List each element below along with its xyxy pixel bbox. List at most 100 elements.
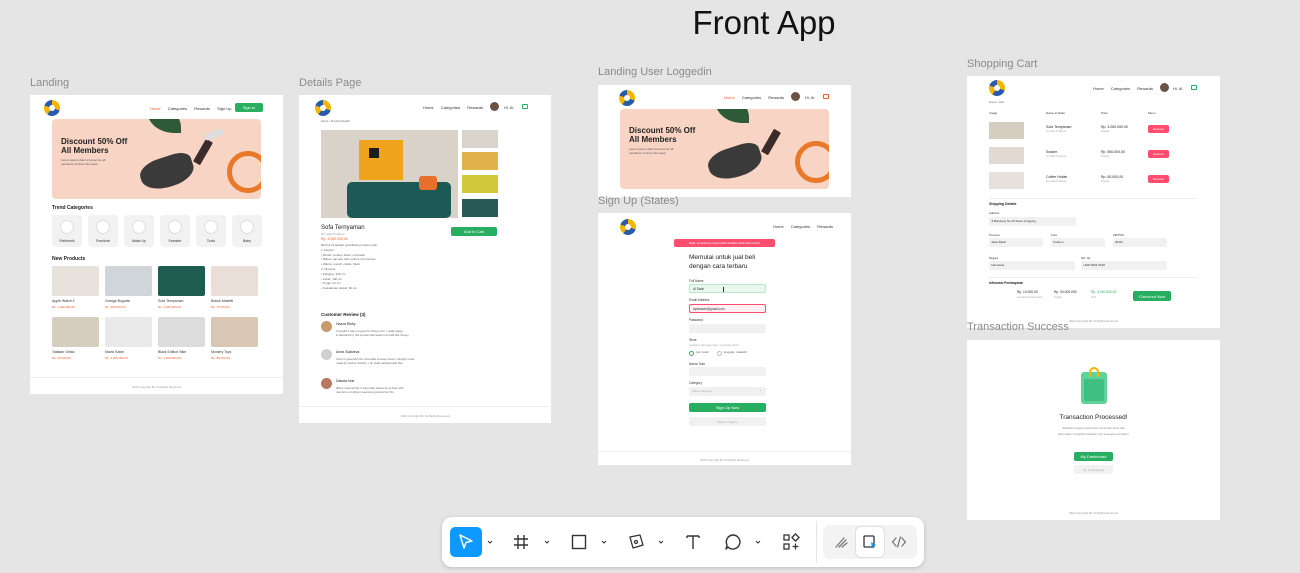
category-tools[interactable]: Tools <box>196 215 226 247</box>
frame-label-success[interactable]: Transaction Success <box>967 321 1069 333</box>
cart-icon[interactable] <box>522 104 528 109</box>
nav-categories[interactable]: Categories <box>1111 86 1130 91</box>
move-tool-button[interactable] <box>450 527 482 557</box>
remove-button[interactable]: Remove <box>1148 150 1169 158</box>
nav-rewards[interactable]: Rewards <box>194 106 210 111</box>
greeting[interactable]: Hi, Al <box>805 95 814 100</box>
remove-button[interactable]: Remove <box>1148 175 1169 183</box>
nav-categories[interactable]: Categories <box>168 106 187 111</box>
category-baby[interactable]: Baby <box>232 215 262 247</box>
city-input[interactable]: Cirebon <box>1051 238 1105 247</box>
frame-label-cart[interactable]: Shopping Cart <box>967 58 1037 70</box>
frame-signup[interactable]: Home Categories Rewards Maaf, tampaknya … <box>598 213 851 465</box>
product-main-image[interactable] <box>321 130 458 218</box>
category-elektronik[interactable]: Elektronik <box>52 215 82 247</box>
checkout-button[interactable]: Checkout Now <box>1133 291 1171 301</box>
frame-label-signup[interactable]: Sign Up (States) <box>598 195 679 207</box>
logo-icon[interactable] <box>620 219 636 235</box>
logo-icon[interactable] <box>989 80 1005 96</box>
store-name-input[interactable] <box>689 367 766 376</box>
address-input[interactable]: Jl Bandeng No.25 Desa Jungjung <box>989 217 1076 226</box>
logo-icon[interactable] <box>619 90 635 106</box>
radio-no[interactable] <box>717 351 722 356</box>
thumb-image[interactable] <box>462 152 498 170</box>
add-to-cart-button[interactable]: Add to Cart <box>451 227 497 236</box>
product-card[interactable]: Monkey Toys Rp. 85.000,00 <box>211 317 258 360</box>
frame-cart[interactable]: Home Categories Rewards Hi, Al Home / Ca… <box>967 76 1220 328</box>
nav-signup[interactable]: Sign Up <box>217 106 231 111</box>
nav-categories[interactable]: Categories <box>441 105 460 110</box>
email-input[interactable]: ayahsadri@gmail.com <box>689 304 766 313</box>
chevron-down-icon[interactable] <box>544 539 550 545</box>
nav-rewards[interactable]: Rewards <box>768 95 784 100</box>
product-card[interactable]: Mavic Kawe Rp. 4.000.000,00 <box>105 317 152 360</box>
radio-no-label[interactable]: Enggak, makasih <box>724 350 747 355</box>
product-card[interactable]: Bubuk Maketti Rp. 75.000,00 <box>211 266 258 309</box>
radio-yes-label[interactable]: Iya, boleh <box>696 350 709 355</box>
nav-home[interactable]: Home <box>1093 86 1104 91</box>
frame-success[interactable]: Transaction Processed! Silahkan tunggu k… <box>967 340 1220 520</box>
frame-details[interactable]: Home Categories Rewards Hi, Al Home / Pr… <box>299 95 551 423</box>
product-card[interactable]: Orange Bogotta Rp. 500.000,00 <box>105 266 152 309</box>
nav-rewards[interactable]: Rewards <box>817 224 833 229</box>
greeting[interactable]: Hi, Al <box>1173 86 1182 91</box>
frame-landing-user[interactable]: Home Categories Rewards Hi, Al Discount … <box>598 85 851 197</box>
province-input[interactable]: Jawa Barat <box>989 238 1043 247</box>
category-furniture[interactable]: Furniture <box>88 215 118 247</box>
discount-banner[interactable]: Discount 50% Off All Members Lorem ipsum… <box>620 109 829 189</box>
cart-icon[interactable] <box>1191 85 1197 90</box>
thumb-image[interactable] <box>462 175 498 193</box>
full-name-input[interactable]: Al Sadri <box>689 284 766 293</box>
logo-icon[interactable] <box>44 100 60 116</box>
breadcrumb-home[interactable]: Home <box>989 100 996 104</box>
avatar[interactable] <box>1160 83 1169 92</box>
product-card[interactable]: Sofa Ternyaman Rp. 3.000.000,00 <box>158 266 205 309</box>
signin-button[interactable]: Sign In <box>235 103 263 112</box>
frame-label-landing[interactable]: Landing <box>30 77 69 89</box>
category-select[interactable]: Select Category ⌄ <box>689 387 766 396</box>
phone-input[interactable]: +628 2833 2018 <box>1081 261 1167 270</box>
signup-button[interactable]: Sign Up Now <box>689 403 766 412</box>
category-makeup[interactable]: Make Up <box>124 215 154 247</box>
pen-tool-button[interactable] <box>621 527 651 557</box>
breadcrumb-home[interactable]: Home <box>321 119 328 123</box>
thumb-image[interactable] <box>462 130 498 148</box>
rectangle-tool-button[interactable] <box>564 527 594 557</box>
frame-tool-button[interactable] <box>506 527 536 557</box>
dev-mode-button[interactable] <box>885 527 913 557</box>
go-shopping-button[interactable]: Go to Shopping <box>1074 465 1113 474</box>
chevron-down-icon[interactable] <box>487 539 493 545</box>
zip-input[interactable]: 45112 <box>1113 238 1167 247</box>
dashboard-button[interactable]: My Dashboard <box>1074 452 1113 461</box>
password-input[interactable] <box>689 324 766 333</box>
thumb-image[interactable] <box>462 199 498 217</box>
discount-banner[interactable]: Discount 50% Off All Members Lorem ipsum… <box>52 119 261 199</box>
back-to-signin-button[interactable]: Back to Sign In <box>689 417 766 426</box>
nav-home[interactable]: Home <box>150 106 161 111</box>
product-card[interactable]: Tatakan Gelas Rp. 50.000,00 <box>52 317 99 360</box>
design-mode-button[interactable] <box>856 527 884 557</box>
nav-home[interactable]: Home <box>724 95 735 100</box>
logo-icon[interactable] <box>315 100 331 116</box>
greeting[interactable]: Hi, Al <box>504 105 513 110</box>
nav-categories[interactable]: Categories <box>791 224 810 229</box>
avatar[interactable] <box>791 92 800 101</box>
nav-rewards[interactable]: Rewards <box>467 105 483 110</box>
product-card[interactable]: Black Edition Nike Rp. 1.500.000,00 <box>158 317 205 360</box>
remove-button[interactable]: Remove <box>1148 125 1169 133</box>
assets-tool-button[interactable] <box>776 527 806 557</box>
frame-label-details[interactable]: Details Page <box>299 77 361 89</box>
avatar[interactable] <box>490 102 499 111</box>
nav-home[interactable]: Home <box>423 105 434 110</box>
text-tool-button[interactable] <box>678 527 708 557</box>
nav-home[interactable]: Home <box>773 224 784 229</box>
chevron-down-icon[interactable] <box>755 539 761 545</box>
frame-label-landing-user[interactable]: Landing User Loggedin <box>598 66 712 78</box>
nav-categories[interactable]: Categories <box>742 95 761 100</box>
draw-mode-button[interactable] <box>827 527 855 557</box>
product-card[interactable]: Apple Watch 4 Rp. 1.000.000,00 <box>52 266 99 309</box>
frame-landing[interactable]: Home Categories Rewards Sign Up Sign In … <box>30 95 283 394</box>
category-sneaker[interactable]: Sneaker <box>160 215 190 247</box>
country-input[interactable]: Indonesia <box>989 261 1075 270</box>
chevron-down-icon[interactable] <box>658 539 664 545</box>
